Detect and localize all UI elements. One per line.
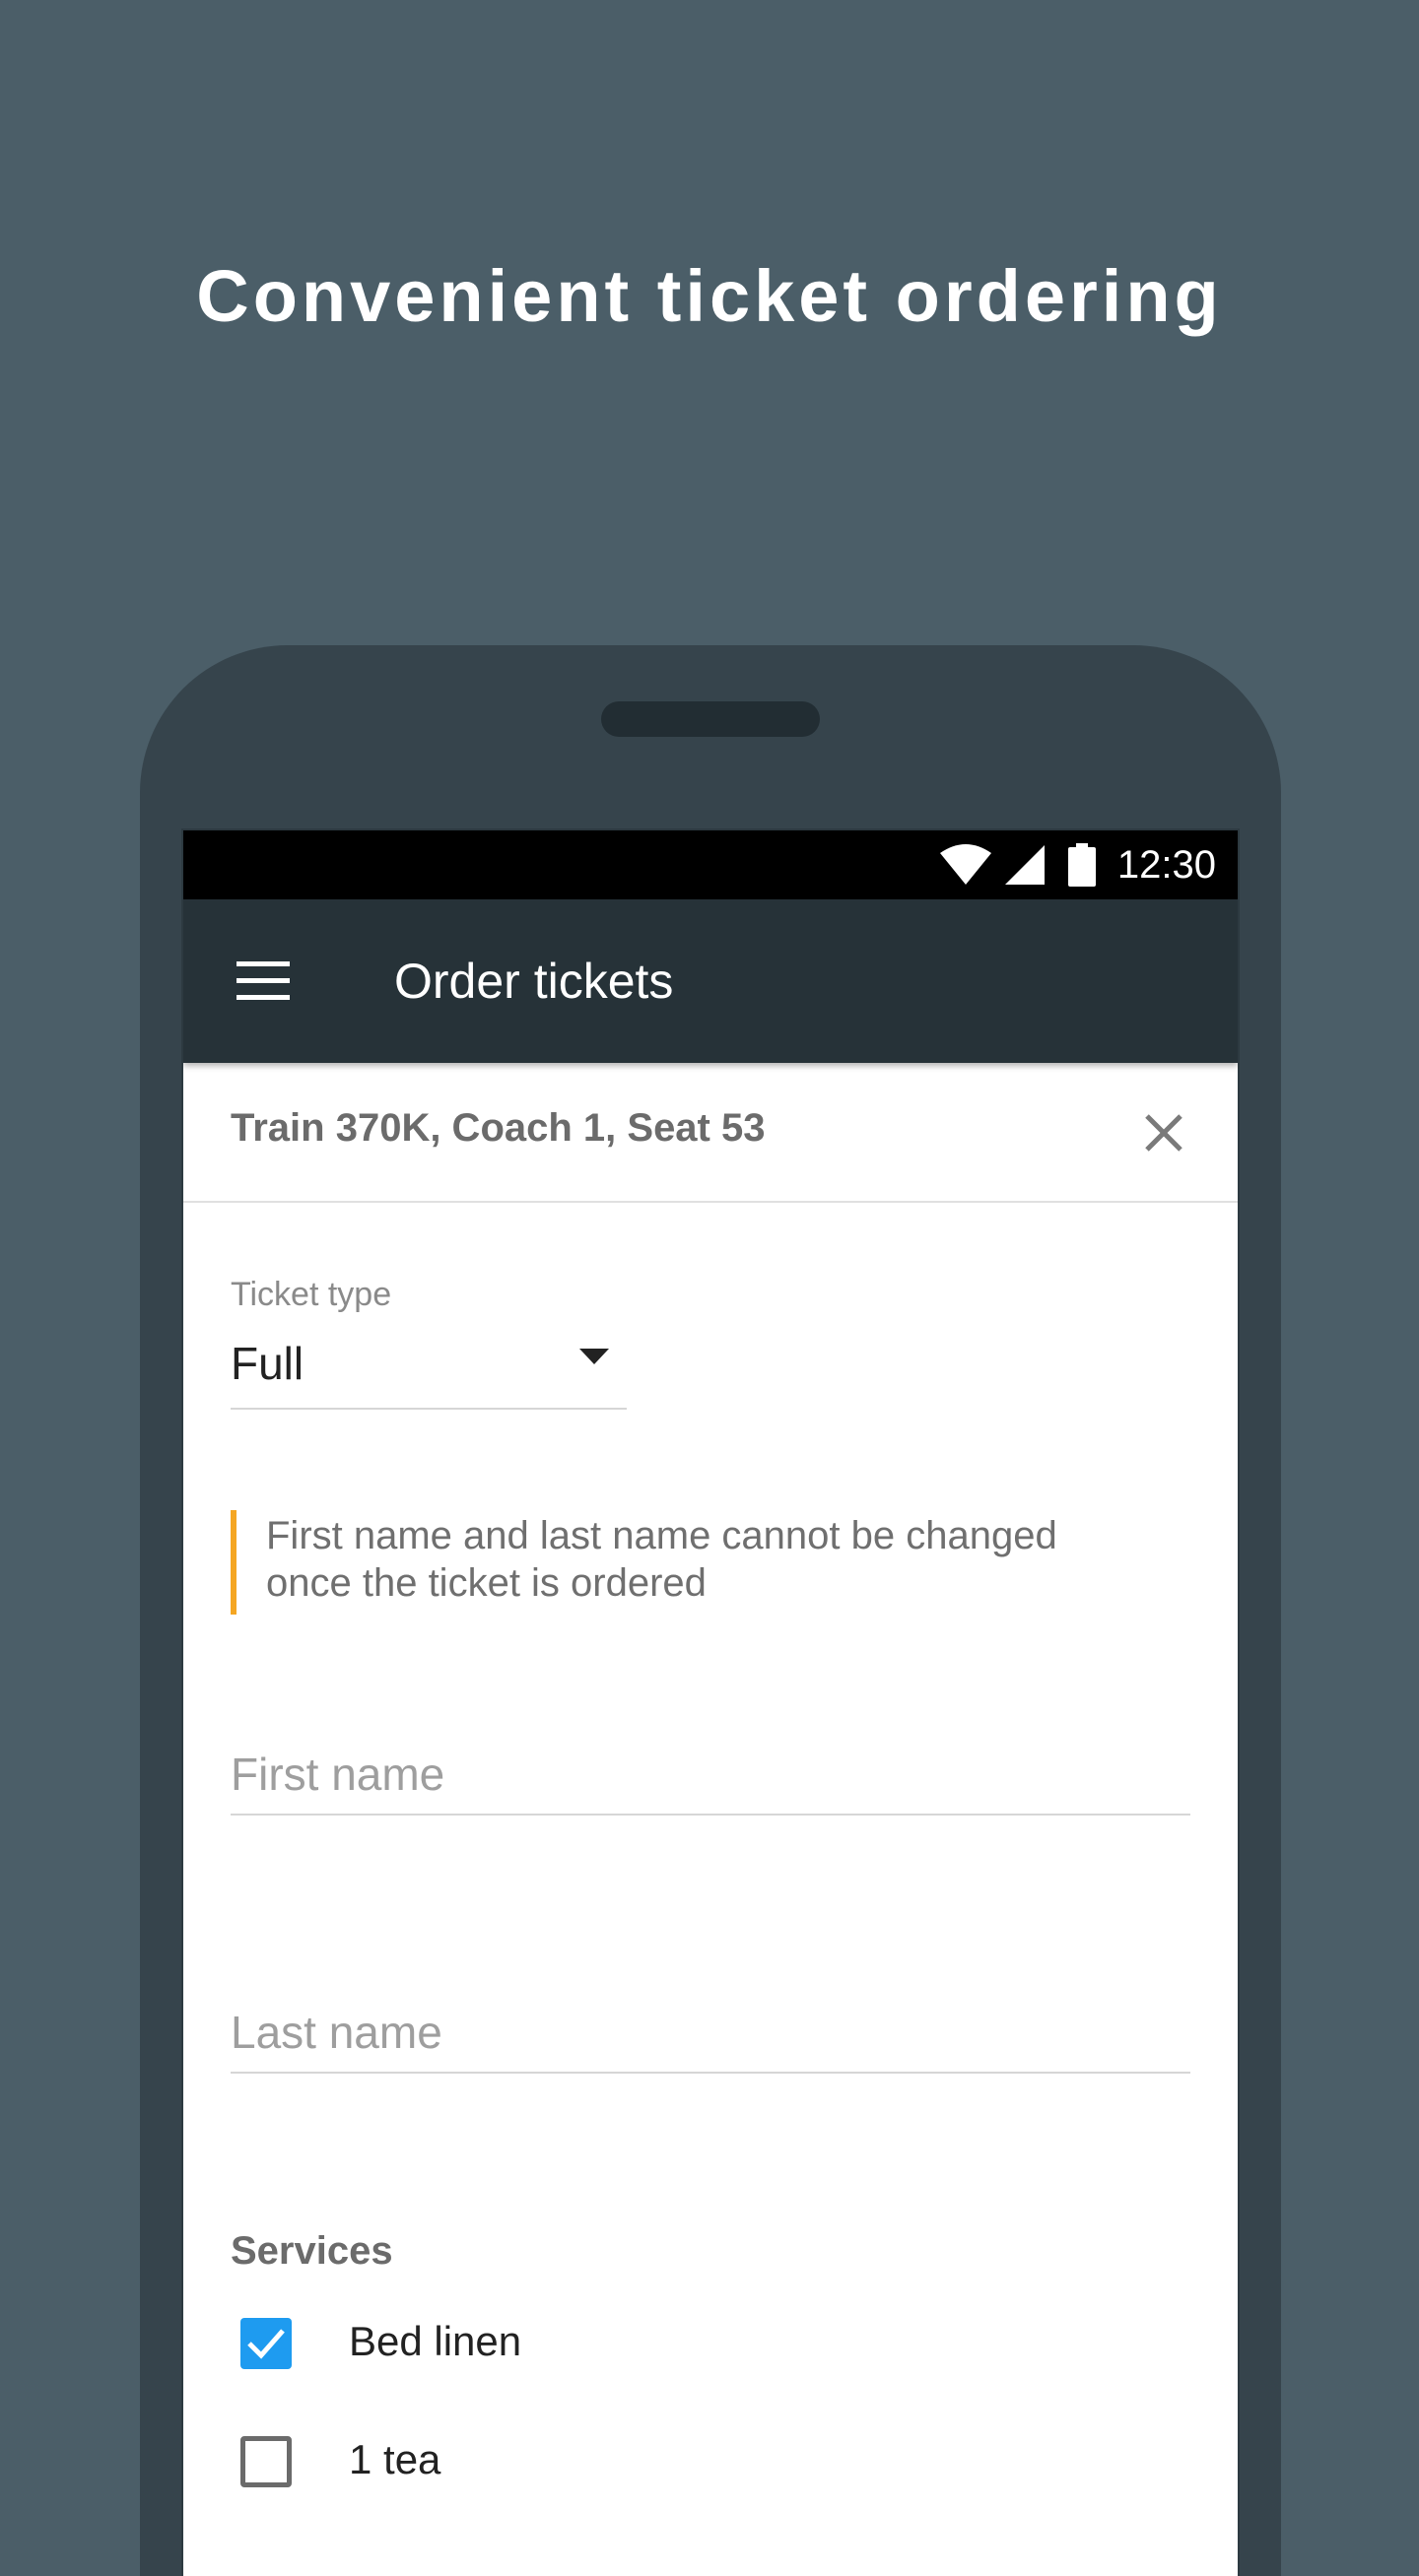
trip-summary-bar: Train 370K, Coach 1, Seat 53	[183, 1065, 1238, 1203]
promo-headline: Convenient ticket ordering	[196, 255, 1223, 337]
phone-frame: 12:30 Order tickets Train 370K, Coach 1,…	[140, 645, 1281, 2576]
checkbox-checked[interactable]	[240, 2318, 292, 2369]
first-name-field[interactable]	[231, 1735, 1190, 1816]
app-bar: Order tickets	[183, 899, 1238, 1063]
menu-icon-line	[236, 995, 290, 1000]
trip-summary: Train 370K, Coach 1, Seat 53	[231, 1106, 766, 1150]
services-heading: Services	[231, 2229, 393, 2273]
phone-screen: 12:30 Order tickets Train 370K, Coach 1,…	[183, 830, 1238, 2576]
last-name-field[interactable]	[231, 1993, 1190, 2074]
page-title: Order tickets	[394, 954, 674, 1009]
status-bar: 12:30	[183, 830, 1238, 899]
service-tea[interactable]: 1 tea	[231, 2426, 822, 2495]
ticket-type-select[interactable]: Full	[231, 1331, 627, 1410]
checkbox-unchecked[interactable]	[240, 2436, 292, 2487]
wifi-icon	[939, 844, 991, 885]
close-icon[interactable]	[1139, 1108, 1188, 1157]
ticket-type-label: Ticket type	[231, 1276, 392, 1313]
service-bed-linen[interactable]: Bed linen	[231, 2308, 822, 2377]
checkmark-icon	[247, 2329, 285, 2359]
signal-icon	[1004, 845, 1045, 885]
status-icons: 12:30	[938, 830, 1216, 899]
phone-speaker	[601, 701, 820, 737]
chevron-down-icon	[579, 1349, 609, 1364]
service-label: 1 tea	[349, 2436, 441, 2482]
battery-icon	[1067, 843, 1096, 887]
menu-icon-line	[236, 978, 290, 983]
ticket-type-value: Full	[231, 1338, 304, 1389]
menu-icon[interactable]	[236, 961, 290, 1001]
service-label: Bed linen	[349, 2318, 522, 2364]
menu-icon-line	[236, 961, 290, 966]
notice-text: First name and last name cannot be chang…	[266, 1514, 1057, 1605]
status-clock: 12:30	[1116, 842, 1216, 887]
name-change-notice: First name and last name cannot be chang…	[231, 1510, 1163, 1615]
